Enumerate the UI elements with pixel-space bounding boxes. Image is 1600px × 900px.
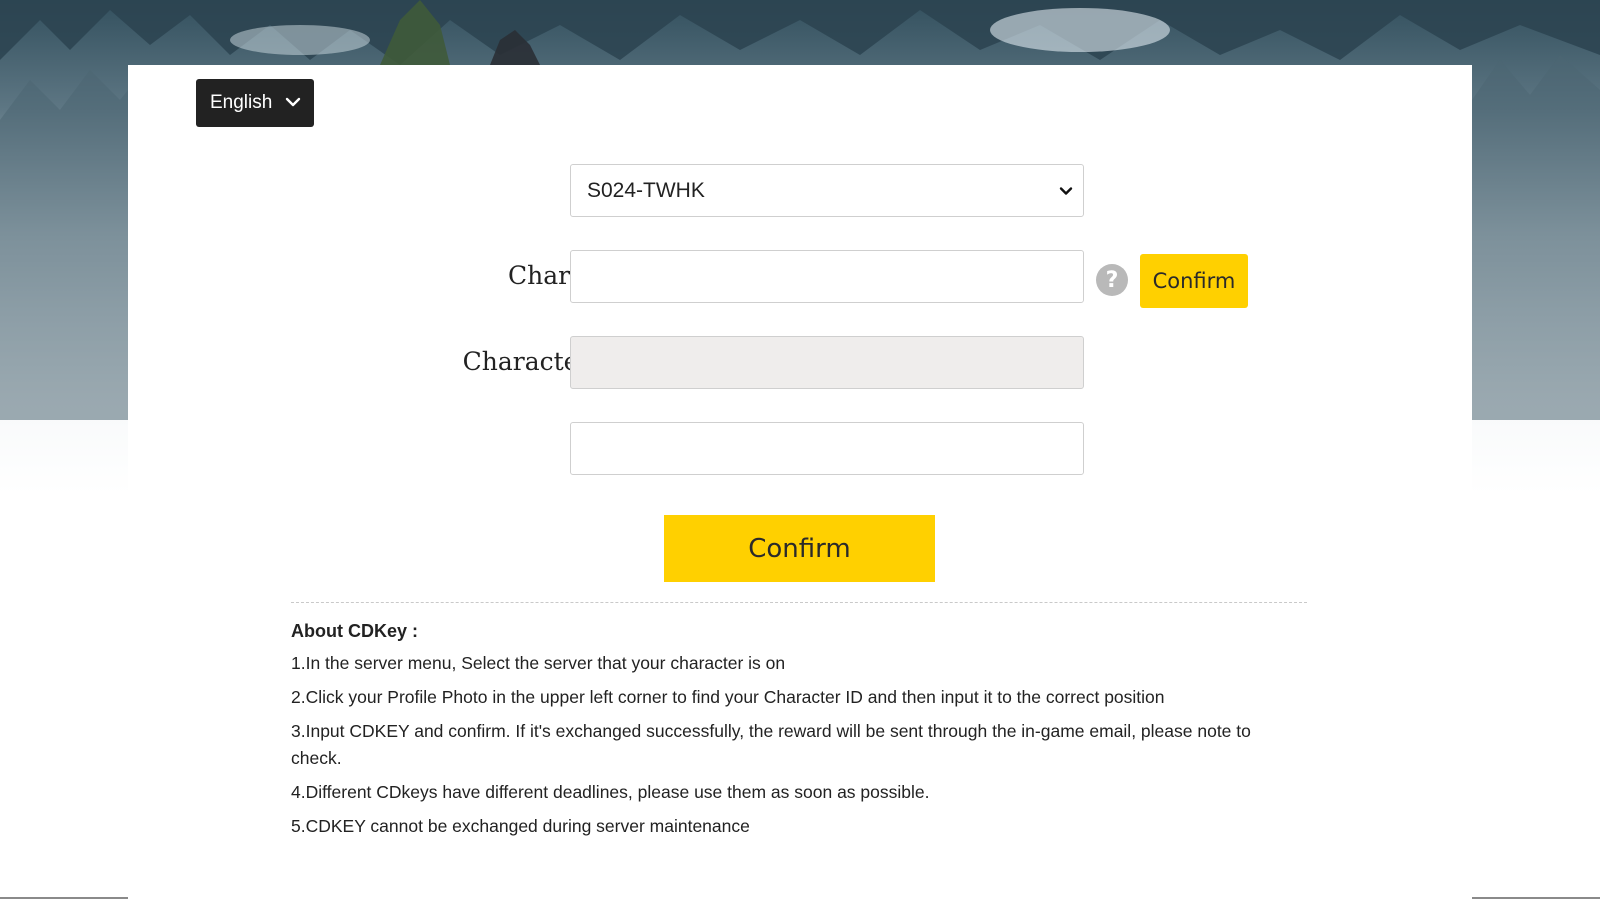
character-id-confirm-button[interactable]: Confirm [1140,254,1248,308]
about-item: 5.CDKEY cannot be exchanged during serve… [291,816,750,836]
language-selector[interactable]: English [196,79,314,127]
cdkey-input[interactable] [570,422,1084,475]
submit-confirm-button[interactable]: Confirm [664,515,935,582]
about-title: About CDKey : [291,621,418,641]
character-id-input[interactable] [570,250,1084,303]
server-select-value: S024-TWHK [587,178,705,202]
section-divider [291,602,1307,603]
cdkey-panel: English Server : S024-TWHK Character ID … [128,65,1472,900]
chevron-down-icon [1059,187,1073,195]
about-item: 1.In the server menu, Select the server … [291,653,786,673]
about-item: 3.Input CDKEY and confirm. If it's excha… [291,721,1251,768]
about-cdkey-section: About CDKey : 1.In the server menu, Sele… [291,621,1291,847]
about-item: 2.Click your Profile Photo in the upper … [291,687,1165,707]
language-label: English [210,92,273,113]
help-icon[interactable]: ? [1096,264,1128,296]
about-item: 4.Different CDkeys have different deadli… [291,782,930,802]
chevron-down-icon [285,97,301,107]
character-name-field [570,336,1084,389]
server-select[interactable]: S024-TWHK [570,164,1084,217]
